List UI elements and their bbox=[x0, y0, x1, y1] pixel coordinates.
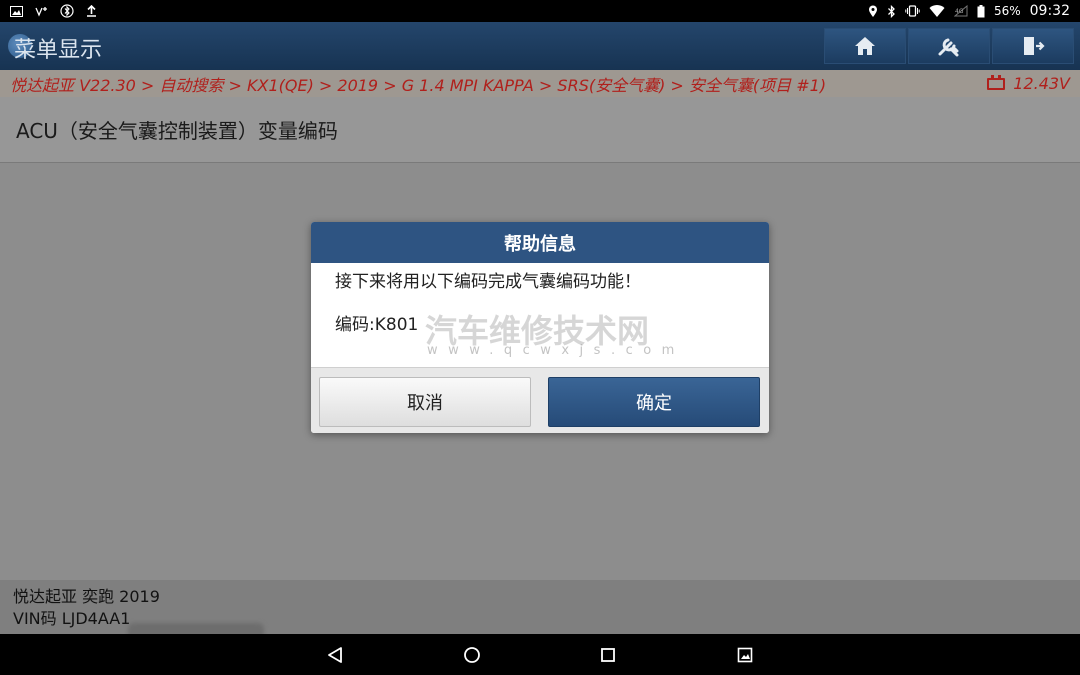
bluetooth-notification-icon bbox=[60, 4, 74, 18]
vibrate-icon bbox=[905, 5, 920, 17]
exit-icon bbox=[1024, 37, 1045, 55]
status-left-icons bbox=[10, 4, 97, 18]
home-button[interactable] bbox=[824, 28, 906, 64]
home-circle-icon bbox=[464, 647, 480, 663]
dialog-body: 接下来将用以下编码完成气囊编码功能！ 编码:K801 bbox=[311, 263, 769, 367]
tools-button[interactable] bbox=[908, 28, 990, 64]
bluetooth-icon bbox=[888, 4, 895, 18]
exit-button[interactable] bbox=[992, 28, 1074, 64]
back-icon bbox=[328, 647, 342, 663]
voltage-value: 12.43V bbox=[1013, 74, 1070, 93]
page-title: ACU（安全气囊控制装置）变量编码 bbox=[0, 97, 1080, 163]
app-title: 菜单显示 bbox=[14, 38, 103, 63]
screenshot-icon bbox=[737, 647, 753, 663]
recents-icon bbox=[601, 648, 615, 662]
app-header: 菜单显示 bbox=[0, 22, 1080, 70]
vehicle-name: 悦达起亚 奕跑 2019 bbox=[13, 587, 160, 606]
svg-text:4G: 4G bbox=[955, 8, 964, 15]
system-nav-bar bbox=[0, 634, 1080, 675]
location-icon bbox=[868, 5, 877, 17]
battery-voltage: 12.43V bbox=[987, 74, 1070, 93]
screenshot-button[interactable] bbox=[734, 644, 756, 666]
battery-icon bbox=[977, 4, 985, 17]
cancel-button[interactable]: 取消 bbox=[319, 377, 531, 427]
dialog-footer: 取消 确定 bbox=[311, 367, 769, 433]
breadcrumb: 悦达起亚 V22.30 > 自动搜索 > KX1(QE) > 2019 > G … bbox=[10, 75, 827, 95]
image-notification-icon bbox=[10, 5, 23, 17]
usb-debug-icon bbox=[35, 6, 47, 17]
upload-icon bbox=[87, 5, 96, 17]
tools-icon bbox=[938, 38, 959, 57]
breadcrumb-bar: 悦达起亚 V22.30 > 自动搜索 > KX1(QE) > 2019 > G … bbox=[0, 70, 1080, 97]
battery-percent: 56% bbox=[993, 4, 1021, 18]
header-buttons bbox=[824, 28, 1074, 64]
car-battery-icon bbox=[987, 74, 1006, 90]
dialog-message: 接下来将用以下编码完成气囊编码功能！ bbox=[335, 272, 641, 292]
wifi-icon bbox=[929, 5, 945, 17]
home-icon bbox=[855, 37, 875, 55]
status-bar: 4G 56% 09:32 bbox=[0, 0, 1080, 22]
ok-button[interactable]: 确定 bbox=[548, 377, 760, 427]
dialog-code: 编码:K801 bbox=[335, 315, 419, 335]
recents-button[interactable] bbox=[597, 644, 619, 666]
help-dialog: 帮助信息 接下来将用以下编码完成气囊编码功能！ 编码:K801 取消 确定 bbox=[311, 222, 769, 433]
cell-signal-icon: 4G bbox=[953, 5, 968, 17]
status-right-icons: 4G 56% 09:32 bbox=[868, 3, 1070, 19]
back-button[interactable] bbox=[324, 644, 346, 666]
clock: 09:32 bbox=[1029, 3, 1070, 19]
home-nav-button[interactable] bbox=[461, 644, 483, 666]
dialog-title: 帮助信息 bbox=[311, 222, 769, 263]
